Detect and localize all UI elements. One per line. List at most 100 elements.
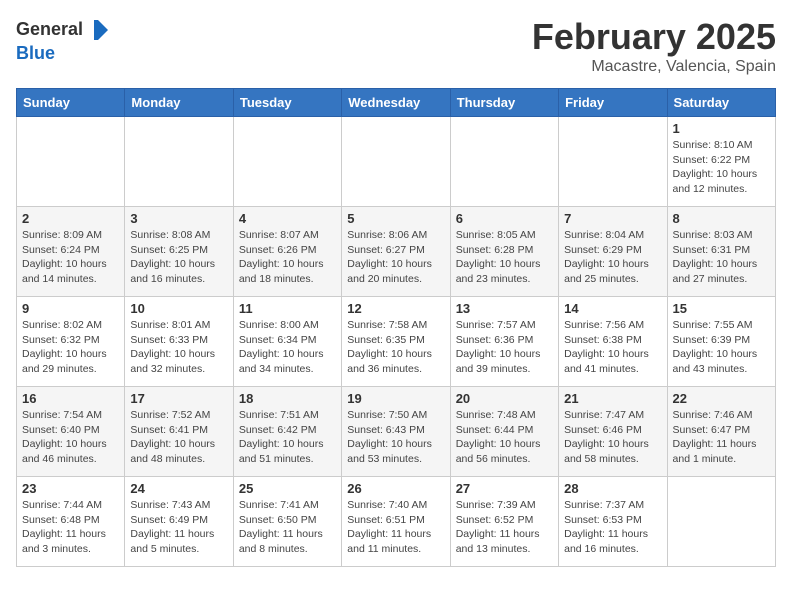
calendar-cell: 27Sunrise: 7:39 AM Sunset: 6:52 PM Dayli… bbox=[450, 477, 558, 567]
calendar-cell: 19 Sunrise: 7:50 AM Sunset: 6:43 PM Dayli… bbox=[342, 387, 450, 477]
day-number: 24 bbox=[130, 481, 227, 496]
day-number: 18 bbox=[239, 391, 336, 406]
day-number: 26 bbox=[347, 481, 444, 496]
day-number: 14 bbox=[564, 301, 661, 316]
weekday-header: Monday bbox=[125, 89, 233, 117]
weekday-header: Friday bbox=[559, 89, 667, 117]
calendar-cell: 21 Sunrise: 7:47 AM Sunset: 6:46 PM Dayli… bbox=[559, 387, 667, 477]
day-info: Sunrise: 7:52 AM Sunset: 6:41 PM Dayligh… bbox=[130, 408, 227, 467]
day-info: Sunrise: 8:04 AM Sunset: 6:29 PM Dayligh… bbox=[564, 228, 661, 287]
page-header: General Blue February 2025 Macastre, Val… bbox=[16, 16, 776, 76]
calendar-cell bbox=[667, 477, 775, 567]
calendar-cell: 4Sunrise: 8:07 AM Sunset: 6:26 PM Daylig… bbox=[233, 207, 341, 297]
calendar-week-row: 16 Sunrise: 7:54 AM Sunset: 6:40 PM Dayli… bbox=[17, 387, 776, 477]
calendar-cell: 26 Sunrise: 7:40 AM Sunset: 6:51 PM Dayli… bbox=[342, 477, 450, 567]
day-info: Sunrise: 7:54 AM Sunset: 6:40 PM Dayligh… bbox=[22, 408, 119, 467]
calendar-cell: 23 Sunrise: 7:44 AM Sunset: 6:48 PM Dayli… bbox=[17, 477, 125, 567]
weekday-header: Saturday bbox=[667, 89, 775, 117]
calendar-cell: 13 Sunrise: 7:57 AM Sunset: 6:36 PM Dayli… bbox=[450, 297, 558, 387]
calendar-cell: 9Sunrise: 8:02 AM Sunset: 6:32 PM Daylig… bbox=[17, 297, 125, 387]
day-number: 21 bbox=[564, 391, 661, 406]
day-info: Sunrise: 7:39 AM Sunset: 6:52 PM Dayligh… bbox=[456, 498, 553, 557]
day-number: 8 bbox=[673, 211, 770, 226]
logo-general: General bbox=[16, 19, 83, 39]
calendar-cell: 3 Sunrise: 8:08 AM Sunset: 6:25 PM Daylig… bbox=[125, 207, 233, 297]
day-info: Sunrise: 7:43 AM Sunset: 6:49 PM Dayligh… bbox=[130, 498, 227, 557]
day-number: 4 bbox=[239, 211, 336, 226]
calendar-cell: 15 Sunrise: 7:55 AM Sunset: 6:39 PM Dayli… bbox=[667, 297, 775, 387]
day-number: 28 bbox=[564, 481, 661, 496]
title-block: February 2025 Macastre, Valencia, Spain bbox=[532, 16, 776, 76]
weekday-header: Wednesday bbox=[342, 89, 450, 117]
calendar-cell: 24 Sunrise: 7:43 AM Sunset: 6:49 PM Dayli… bbox=[125, 477, 233, 567]
day-info: Sunrise: 7:51 AM Sunset: 6:42 PM Dayligh… bbox=[239, 408, 336, 467]
weekday-header: Tuesday bbox=[233, 89, 341, 117]
day-info: Sunrise: 8:00 AM Sunset: 6:34 PM Dayligh… bbox=[239, 318, 336, 377]
calendar-cell bbox=[342, 117, 450, 207]
day-number: 2 bbox=[22, 211, 119, 226]
day-info: Sunrise: 7:58 AM Sunset: 6:35 PM Dayligh… bbox=[347, 318, 444, 377]
day-number: 6 bbox=[456, 211, 553, 226]
calendar-week-row: 9Sunrise: 8:02 AM Sunset: 6:32 PM Daylig… bbox=[17, 297, 776, 387]
day-info: Sunrise: 8:03 AM Sunset: 6:31 PM Dayligh… bbox=[673, 228, 770, 287]
logo-blue: Blue bbox=[16, 43, 55, 63]
day-number: 19 bbox=[347, 391, 444, 406]
location-title: Macastre, Valencia, Spain bbox=[532, 58, 776, 76]
day-number: 20 bbox=[456, 391, 553, 406]
weekday-header: Sunday bbox=[17, 89, 125, 117]
calendar-cell: 14 Sunrise: 7:56 AM Sunset: 6:38 PM Dayli… bbox=[559, 297, 667, 387]
calendar-cell: 6 Sunrise: 8:05 AM Sunset: 6:28 PM Daylig… bbox=[450, 207, 558, 297]
day-number: 25 bbox=[239, 481, 336, 496]
logo: General Blue bbox=[16, 16, 113, 64]
day-number: 3 bbox=[130, 211, 227, 226]
day-number: 15 bbox=[673, 301, 770, 316]
calendar-cell bbox=[17, 117, 125, 207]
calendar-week-row: 1 Sunrise: 8:10 AM Sunset: 6:22 PM Daylig… bbox=[17, 117, 776, 207]
calendar-cell bbox=[450, 117, 558, 207]
day-number: 12 bbox=[347, 301, 444, 316]
day-info: Sunrise: 7:46 AM Sunset: 6:47 PM Dayligh… bbox=[673, 408, 770, 467]
day-info: Sunrise: 7:41 AM Sunset: 6:50 PM Dayligh… bbox=[239, 498, 336, 557]
calendar-cell: 2 Sunrise: 8:09 AM Sunset: 6:24 PM Daylig… bbox=[17, 207, 125, 297]
day-info: Sunrise: 8:09 AM Sunset: 6:24 PM Dayligh… bbox=[22, 228, 119, 287]
day-info: Sunrise: 7:56 AM Sunset: 6:38 PM Dayligh… bbox=[564, 318, 661, 377]
calendar-cell: 22 Sunrise: 7:46 AM Sunset: 6:47 PM Dayli… bbox=[667, 387, 775, 477]
day-info: Sunrise: 7:40 AM Sunset: 6:51 PM Dayligh… bbox=[347, 498, 444, 557]
calendar-table: SundayMondayTuesdayWednesdayThursdayFrid… bbox=[16, 88, 776, 567]
day-info: Sunrise: 8:10 AM Sunset: 6:22 PM Dayligh… bbox=[673, 138, 770, 197]
day-number: 11 bbox=[239, 301, 336, 316]
day-info: Sunrise: 8:05 AM Sunset: 6:28 PM Dayligh… bbox=[456, 228, 553, 287]
day-number: 22 bbox=[673, 391, 770, 406]
day-number: 1 bbox=[673, 121, 770, 136]
calendar-week-row: 2 Sunrise: 8:09 AM Sunset: 6:24 PM Daylig… bbox=[17, 207, 776, 297]
day-info: Sunrise: 7:48 AM Sunset: 6:44 PM Dayligh… bbox=[456, 408, 553, 467]
day-number: 16 bbox=[22, 391, 119, 406]
calendar-week-row: 23 Sunrise: 7:44 AM Sunset: 6:48 PM Dayli… bbox=[17, 477, 776, 567]
day-number: 5 bbox=[347, 211, 444, 226]
calendar-cell: 11 Sunrise: 8:00 AM Sunset: 6:34 PM Dayli… bbox=[233, 297, 341, 387]
day-info: Sunrise: 7:47 AM Sunset: 6:46 PM Dayligh… bbox=[564, 408, 661, 467]
day-number: 23 bbox=[22, 481, 119, 496]
day-number: 13 bbox=[456, 301, 553, 316]
calendar-cell: 20 Sunrise: 7:48 AM Sunset: 6:44 PM Dayli… bbox=[450, 387, 558, 477]
calendar-cell: 10Sunrise: 8:01 AM Sunset: 6:33 PM Dayli… bbox=[125, 297, 233, 387]
calendar-cell: 1 Sunrise: 8:10 AM Sunset: 6:22 PM Daylig… bbox=[667, 117, 775, 207]
calendar-cell: 12 Sunrise: 7:58 AM Sunset: 6:35 PM Dayli… bbox=[342, 297, 450, 387]
day-info: Sunrise: 7:57 AM Sunset: 6:36 PM Dayligh… bbox=[456, 318, 553, 377]
day-info: Sunrise: 8:01 AM Sunset: 6:33 PM Dayligh… bbox=[130, 318, 227, 377]
calendar-cell: 28 Sunrise: 7:37 AM Sunset: 6:53 PM Dayli… bbox=[559, 477, 667, 567]
calendar-cell: 25 Sunrise: 7:41 AM Sunset: 6:50 PM Dayli… bbox=[233, 477, 341, 567]
day-number: 17 bbox=[130, 391, 227, 406]
day-info: Sunrise: 7:50 AM Sunset: 6:43 PM Dayligh… bbox=[347, 408, 444, 467]
calendar-header-row: SundayMondayTuesdayWednesdayThursdayFrid… bbox=[17, 89, 776, 117]
calendar-cell bbox=[233, 117, 341, 207]
day-info: Sunrise: 7:44 AM Sunset: 6:48 PM Dayligh… bbox=[22, 498, 119, 557]
day-info: Sunrise: 7:37 AM Sunset: 6:53 PM Dayligh… bbox=[564, 498, 661, 557]
weekday-header: Thursday bbox=[450, 89, 558, 117]
calendar-cell: 8 Sunrise: 8:03 AM Sunset: 6:31 PM Daylig… bbox=[667, 207, 775, 297]
day-info: Sunrise: 8:08 AM Sunset: 6:25 PM Dayligh… bbox=[130, 228, 227, 287]
day-info: Sunrise: 7:55 AM Sunset: 6:39 PM Dayligh… bbox=[673, 318, 770, 377]
calendar-cell: 16 Sunrise: 7:54 AM Sunset: 6:40 PM Dayli… bbox=[17, 387, 125, 477]
calendar-cell: 17 Sunrise: 7:52 AM Sunset: 6:41 PM Dayli… bbox=[125, 387, 233, 477]
day-number: 9 bbox=[22, 301, 119, 316]
